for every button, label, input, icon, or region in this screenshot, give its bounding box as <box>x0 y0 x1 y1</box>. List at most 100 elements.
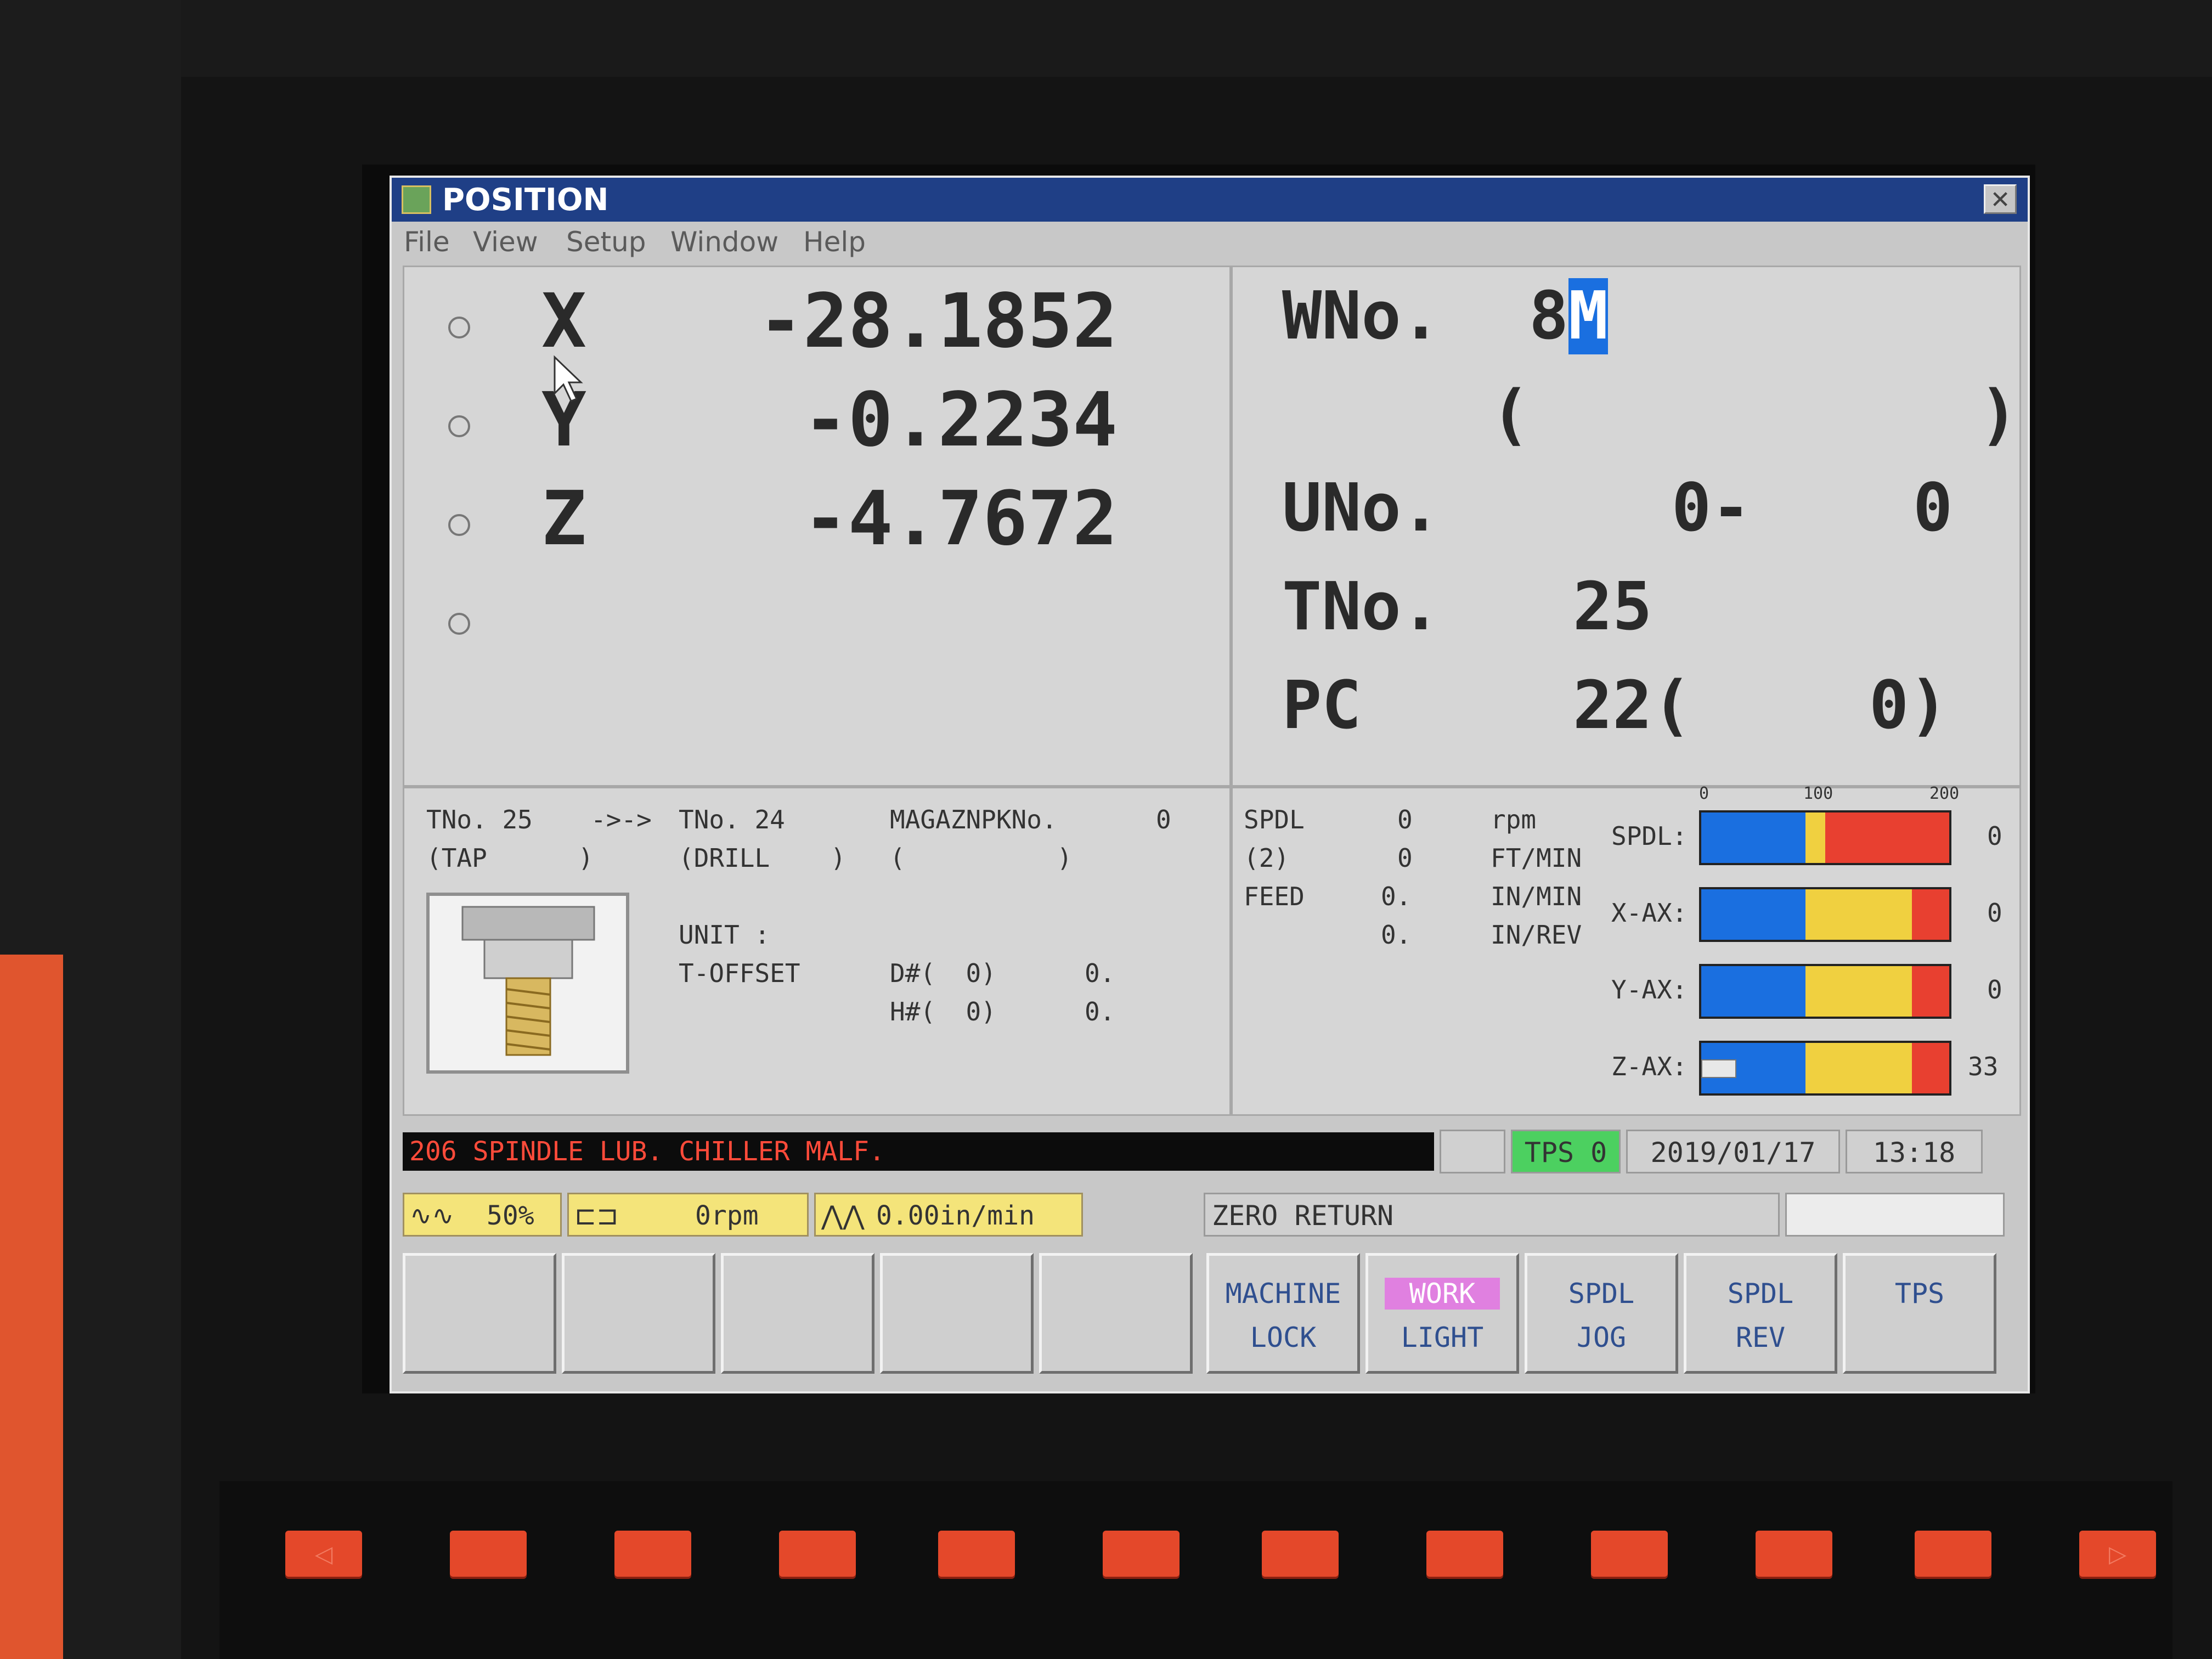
radio-y[interactable] <box>448 415 470 437</box>
scale-100: 100 <box>1803 784 1833 803</box>
softkey-3[interactable] <box>721 1253 874 1374</box>
magazine-label: MAGAZNPKNo. <box>890 805 1057 834</box>
spdl-jog-button[interactable]: SPDL JOG <box>1525 1253 1678 1374</box>
close-button[interactable]: ✕ <box>1984 184 2017 214</box>
work-paren-open: ( <box>1491 377 1531 453</box>
radio-4th[interactable] <box>448 613 470 635</box>
cnc-screen: POSITION ✕ File View Setup Window Help X… <box>362 165 2035 1393</box>
tno-value: 25 <box>1573 569 1652 645</box>
hw-key-10[interactable] <box>1915 1531 1991 1577</box>
hw-key-5[interactable] <box>1103 1531 1180 1577</box>
axis-x-value: -28.1852 <box>758 278 1118 365</box>
feed-rate: 0.00in/min <box>876 1200 1035 1231</box>
window-title: POSITION <box>442 182 609 218</box>
y-meter-label: Y-AX: <box>1611 975 1688 1005</box>
machine-lock-button[interactable]: MACHINE LOCK <box>1206 1253 1360 1374</box>
tool-change-arrow: ->-> <box>591 805 652 834</box>
override-box: ∿∿ 50% <box>403 1193 562 1237</box>
tps-indicator: TPS 0 <box>1511 1130 1621 1173</box>
h-offset-label: H#( 0) <box>890 997 996 1026</box>
work-info-panel: WNo. 8 M ( ) UNo. 0- 0 TNo. 25 PC 22( 0) <box>1231 266 2021 787</box>
magazine-paren: ( ) <box>890 843 1073 873</box>
feed-label: FEED <box>1244 882 1305 911</box>
unit-label: UNIT : <box>679 920 770 950</box>
axis-y-value: -0.2234 <box>803 377 1118 464</box>
d-offset-value: 0. <box>1085 958 1115 988</box>
time-display: 13:18 <box>1846 1130 1983 1173</box>
hw-key-9[interactable] <box>1756 1531 1832 1577</box>
feed-icon: ⋀⋀ <box>821 1200 865 1231</box>
hw-key-2[interactable] <box>614 1531 691 1577</box>
work-paren-close: ) <box>1979 377 2019 453</box>
spindle-speed-box: ⊏⊐ 0rpm <box>567 1193 809 1237</box>
menu-file[interactable]: File <box>404 226 450 258</box>
hw-key-3[interactable] <box>779 1531 856 1577</box>
wno-label: WNo. <box>1282 278 1441 354</box>
mode-aux-box <box>1785 1193 2005 1237</box>
hw-key-8[interactable] <box>1591 1531 1668 1577</box>
feed-box: ⋀⋀ 0.00in/min <box>814 1193 1083 1237</box>
axis-z-value: -4.7672 <box>803 476 1118 562</box>
spdl2-unit: FT/MIN <box>1491 843 1582 873</box>
spdl-meter-value: 0 <box>1987 821 2002 851</box>
softkey-bar: MACHINE LOCK WORK LIGHT SPDL JOG SPDL REV TP… <box>403 1253 2021 1385</box>
scale-0: 0 <box>1699 784 1709 803</box>
axis-z-label: Z <box>541 476 586 562</box>
spdl-unit: rpm <box>1491 805 1537 834</box>
softkey-4[interactable] <box>880 1253 1034 1374</box>
wno-input-cursor[interactable]: M <box>1568 278 1609 354</box>
hw-key-7[interactable] <box>1426 1531 1503 1577</box>
position-window: POSITION ✕ File View Setup Window Help X… <box>390 176 2030 1393</box>
y-meter-value: 0 <box>1987 975 2002 1005</box>
h-offset-value: 0. <box>1085 997 1115 1026</box>
pc-value: 22( <box>1573 668 1692 744</box>
status-empty-box <box>1440 1130 1505 1173</box>
x-axis-load-meter <box>1699 887 1951 942</box>
tool-info-panel: TNo. 25 ->-> TNo. 24 (TAP ) (DRILL ) MAG… <box>403 787 1231 1116</box>
x-meter-value: 0 <box>1987 898 2002 928</box>
z-meter-label: Z-AX: <box>1611 1052 1688 1081</box>
override-bar: ∿∿ 50% ⊏⊐ 0rpm ⋀⋀ 0.00in/min ZERO RETURN <box>392 1182 2028 1242</box>
uno-label: UNo. <box>1282 470 1441 546</box>
tps-button[interactable]: TPS <box>1843 1253 1996 1374</box>
spdl-meter-label: SPDL: <box>1611 821 1688 851</box>
menu-bar: File View Setup Window Help <box>392 222 2028 260</box>
menu-setup[interactable]: Setup <box>566 226 646 258</box>
spdl-value: 0 <box>1397 805 1413 834</box>
feed-rev-unit: IN/REV <box>1491 920 1582 950</box>
status-bar: 206 SPINDLE LUB. CHILLER MALF. TPS 0 201… <box>392 1121 2028 1182</box>
menu-view[interactable]: View <box>473 226 538 258</box>
tno-label: TNo. <box>1282 569 1441 645</box>
spindle-load-panel: SPDL 0 rpm (2) 0 FT/MIN FEED 0. IN/MIN 0… <box>1231 784 2021 1116</box>
current-tool-type: (TAP ) <box>426 843 594 873</box>
hw-key-prev[interactable]: ◁ <box>285 1531 362 1577</box>
work-light-button[interactable]: WORK LIGHT <box>1365 1253 1519 1374</box>
magazine-value: 0 <box>1156 805 1171 834</box>
monitor-bezel-top <box>0 0 2212 77</box>
hw-key-next[interactable]: ▷ <box>2079 1531 2156 1577</box>
radio-x[interactable] <box>448 317 470 338</box>
spdl-rev-button[interactable]: SPDL REV <box>1684 1253 1837 1374</box>
mode-display: ZERO RETURN <box>1204 1193 1780 1237</box>
softkey-2[interactable] <box>562 1253 715 1374</box>
pc-label: PC <box>1282 668 1362 744</box>
radio-z[interactable] <box>448 514 470 536</box>
spdl2-value: 0 <box>1397 843 1413 873</box>
spdl-load-meter <box>1699 810 1951 865</box>
spdl-label: SPDL <box>1244 805 1305 834</box>
next-tool: TNo. 24 <box>679 805 785 834</box>
override-wave-icon: ∿∿ <box>410 1200 454 1231</box>
hw-key-4[interactable] <box>938 1531 1015 1577</box>
menu-help[interactable]: Help <box>803 226 866 258</box>
mouse-pointer-icon <box>554 355 583 402</box>
hw-key-6[interactable] <box>1262 1531 1339 1577</box>
softkey-5[interactable] <box>1039 1253 1193 1374</box>
override-percent: 50% <box>487 1200 534 1231</box>
title-bar: POSITION ✕ <box>392 178 2028 222</box>
hw-key-1[interactable] <box>450 1531 527 1577</box>
menu-window[interactable]: Window <box>670 226 778 258</box>
uno-value-b: 0 <box>1913 470 1953 546</box>
feed-rev-value: 0. <box>1381 920 1412 950</box>
x-meter-label: X-AX: <box>1611 898 1688 928</box>
softkey-1[interactable] <box>403 1253 556 1374</box>
